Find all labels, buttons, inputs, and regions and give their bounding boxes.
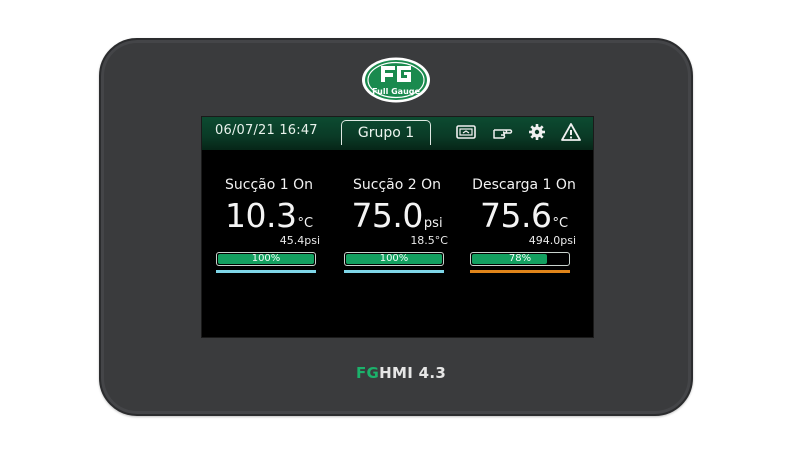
card-title: Sucção 2 On (353, 177, 441, 193)
model-label: FGHMI 4.3 (356, 364, 446, 382)
card-secondary-reading: 18.5°C (410, 234, 448, 247)
suction-2-card[interactable]: Sucção 2 On 75.0psi 18.5°C 100% (342, 177, 452, 287)
svg-text:Full Gauge: Full Gauge (372, 87, 420, 96)
card-unit: °C (297, 216, 314, 231)
capacity-percent: 100% (251, 253, 281, 264)
capacity-percent: 100% (379, 253, 409, 264)
status-line (216, 270, 316, 273)
card-secondary-reading: 45.4psi (279, 234, 320, 247)
model-name: HMI 4.3 (379, 364, 447, 382)
status-line (344, 270, 444, 273)
capacity-bar: 100% (216, 252, 316, 266)
card-unit: °C (552, 216, 569, 231)
screen-icon[interactable] (455, 122, 477, 142)
card-value: 10.3 (224, 196, 297, 235)
card-main-reading: 75.6°C (468, 196, 580, 235)
header-bar: 06/07/21 16:47 Grupo 1 (202, 117, 593, 150)
full-gauge-logo: Full Gauge (362, 57, 430, 103)
model-prefix: FG (356, 364, 380, 382)
touch-screen: 06/07/21 16:47 Grupo 1 Sucção 1 On 10.3°… (201, 116, 594, 338)
card-main-reading: 75.0psi (342, 196, 452, 235)
suction-1-card[interactable]: Sucção 1 On 10.3°C 45.4psi 100% (214, 177, 324, 287)
card-main-reading: 10.3°C (214, 196, 324, 235)
pointing-hand-icon[interactable] (491, 122, 513, 142)
card-title: Sucção 1 On (225, 177, 313, 193)
card-title: Descarga 1 On (472, 177, 576, 193)
capacity-percent: 78% (508, 253, 532, 264)
capacity-bar: 100% (344, 252, 444, 266)
capacity-bar: 78% (470, 252, 570, 266)
status-line (470, 270, 570, 273)
card-unit: psi (423, 216, 443, 231)
discharge-1-card[interactable]: Descarga 1 On 75.6°C 494.0psi 78% (468, 177, 580, 287)
date-time-display: 06/07/21 16:47 (215, 123, 318, 138)
card-value: 75.0 (351, 196, 423, 235)
gear-icon[interactable] (526, 122, 548, 142)
warning-icon[interactable] (560, 122, 582, 142)
card-secondary-reading: 494.0psi (528, 234, 576, 247)
card-value: 75.6 (479, 196, 552, 235)
tab-group-1[interactable]: Grupo 1 (341, 120, 431, 145)
